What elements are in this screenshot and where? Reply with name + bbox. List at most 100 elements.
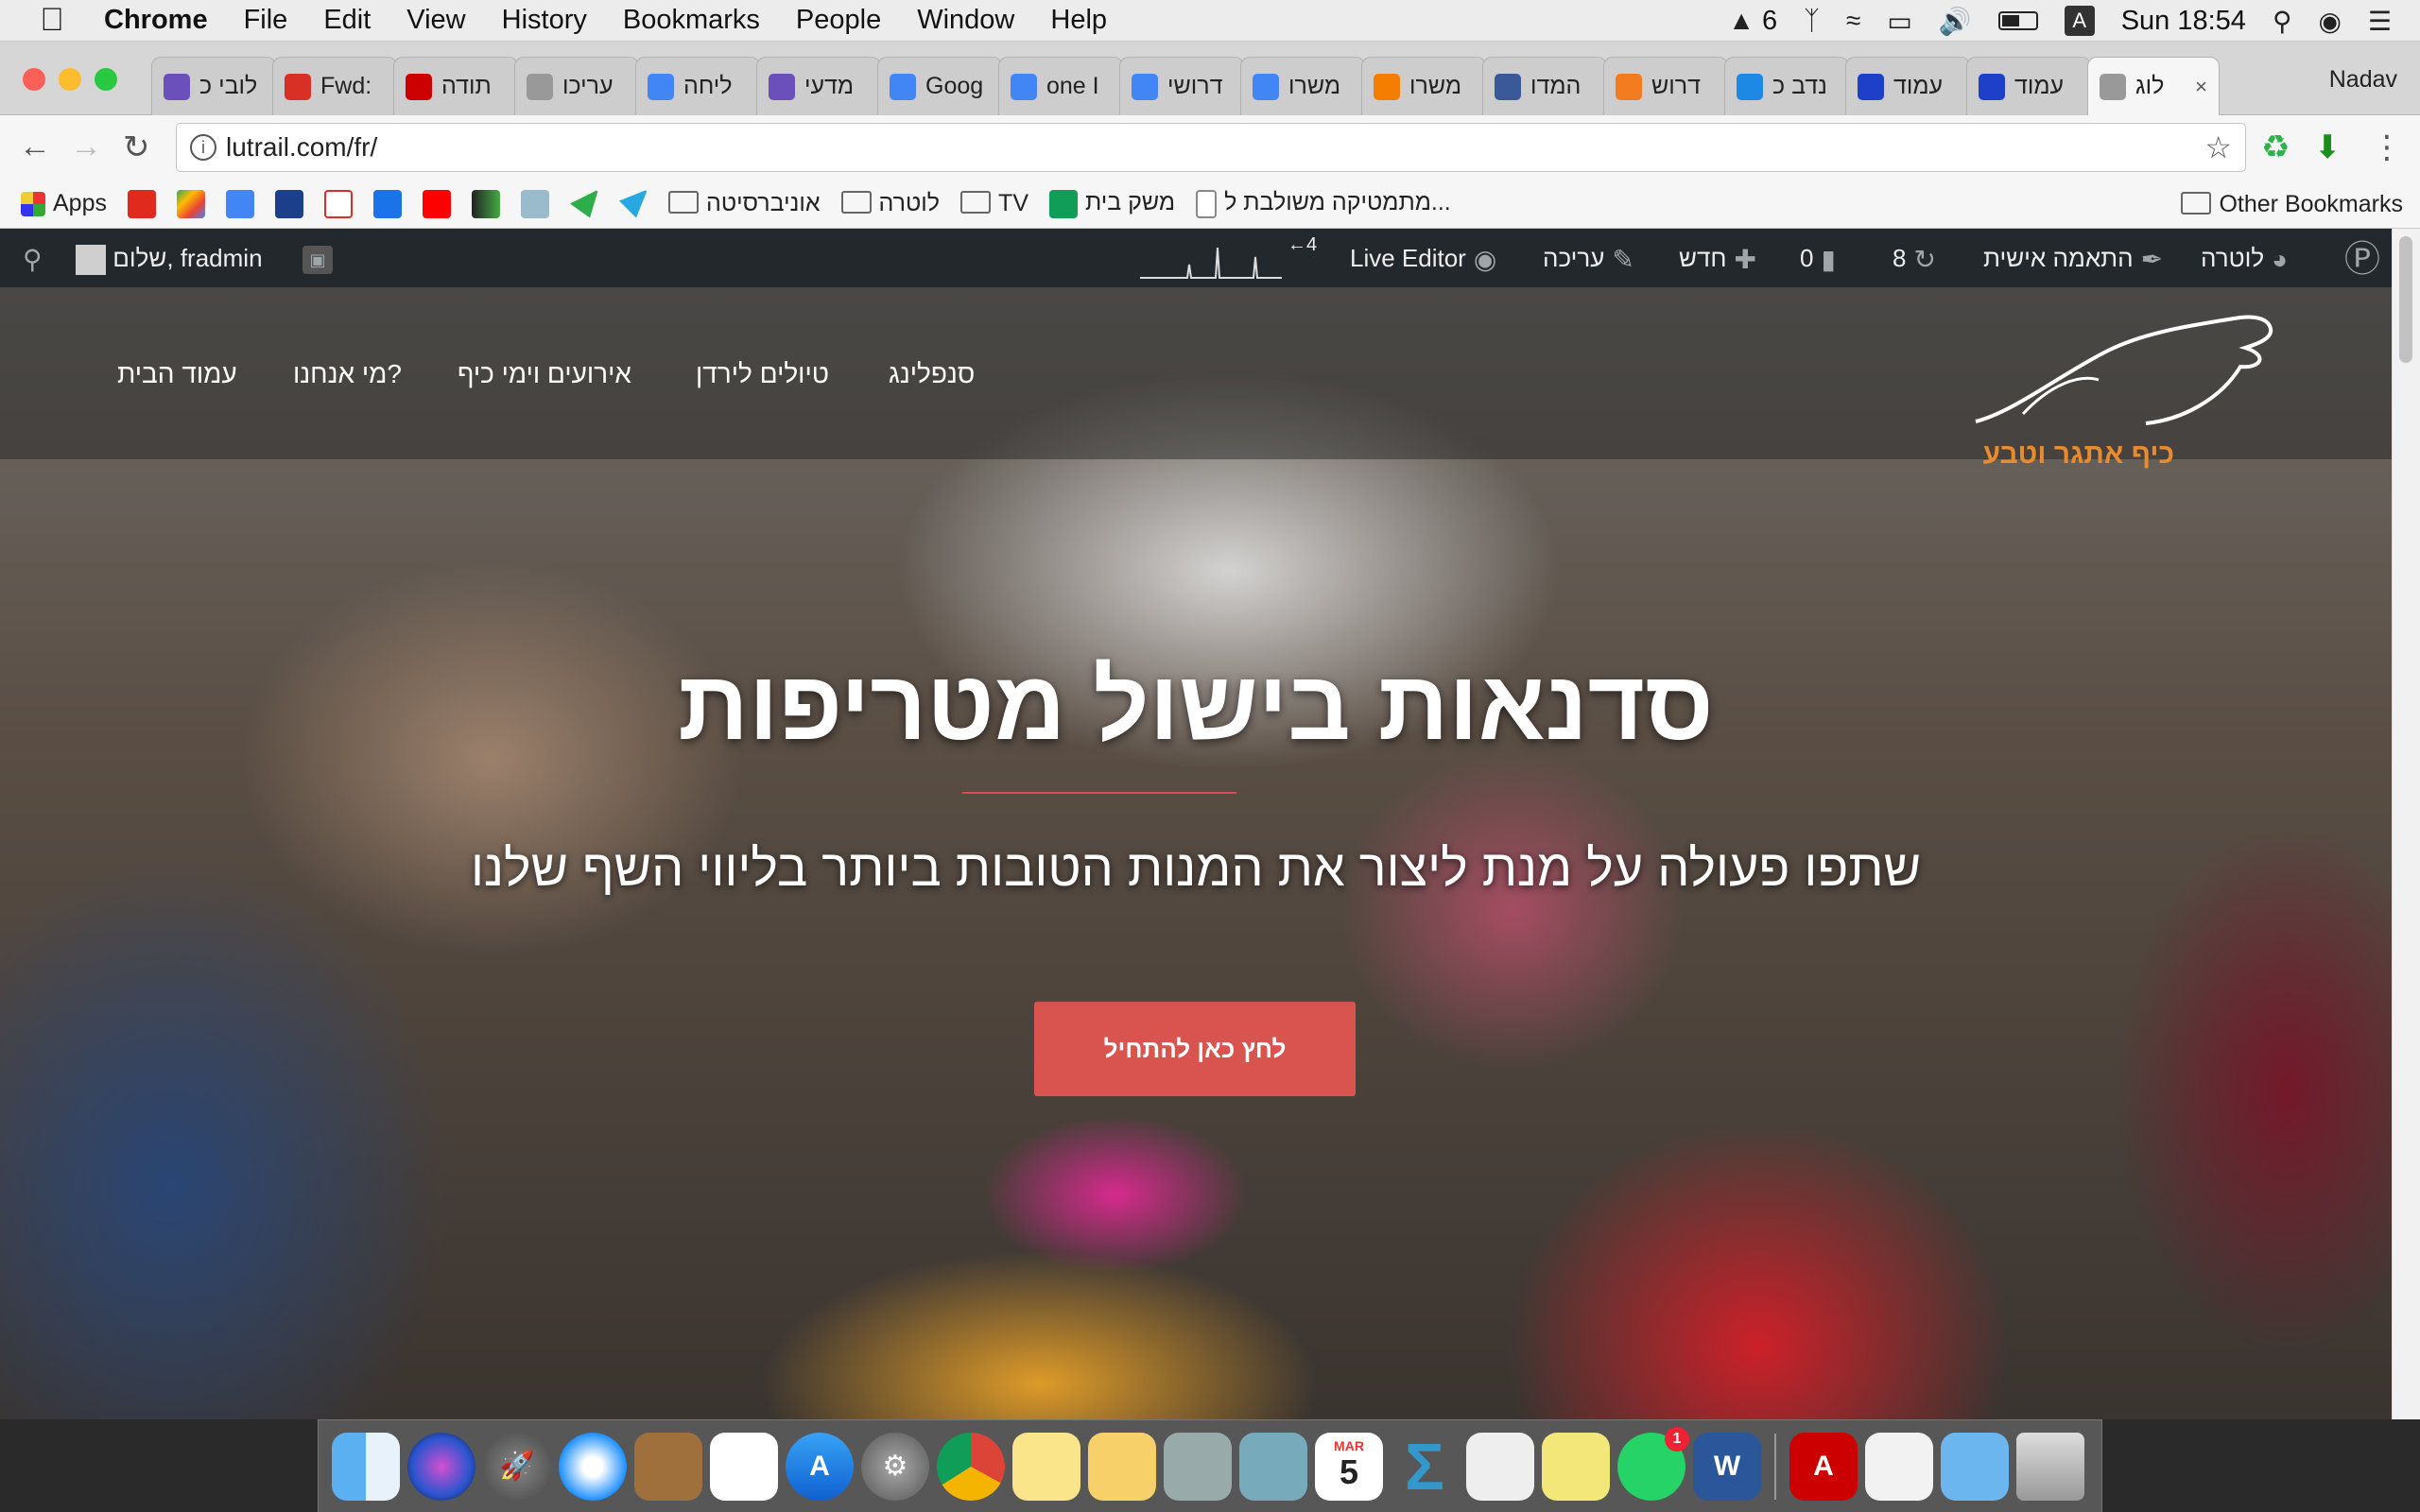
window-close-button[interactable] [23,68,45,91]
battery-icon[interactable] [1997,11,2038,30]
safari-icon[interactable] [559,1432,627,1501]
script-editor-icon[interactable] [1466,1432,1534,1501]
downloads-folder-icon[interactable] [1941,1432,2009,1501]
google-maps-icon[interactable] [176,189,205,218]
menu-bookmarks[interactable]: Bookmarks [623,5,760,36]
forward-button[interactable]: → [70,129,102,165]
address-bar[interactable]: i lutrail.com/fr/ ☆ [176,123,2246,172]
site-info-icon[interactable]: i [190,134,216,161]
textedit-icon[interactable] [1088,1432,1156,1501]
admin-live-editor[interactable]: Live Editor ◉ [1350,229,1504,287]
bookmark-folder-tv[interactable]: TV [960,190,1028,217]
bookmark-apps[interactable]: Apps [21,190,107,217]
menu-help[interactable]: Help [1050,5,1107,36]
stickies-icon[interactable] [1542,1432,1610,1501]
start-button[interactable]: לחץ כאן להתחיל [1034,1002,1356,1096]
site-logo[interactable]: כיף אתגר וטבע [1957,308,2278,470]
browser-tab[interactable]: לובי כ [151,57,276,115]
browser-tab[interactable]: דרוש [1603,57,1728,115]
menu-view[interactable]: View [406,5,465,36]
download-extension-icon[interactable]: ⬇ [2314,129,2342,166]
admin-new[interactable]: חדש ✚ [1679,229,1764,287]
notification-center-icon[interactable]: ☰ [2368,6,2392,37]
apple-icon[interactable]:  [0,2,104,39]
nav-jordan-trips[interactable]: טיולים לירדן [696,359,829,389]
notes-icon[interactable] [1012,1432,1080,1501]
admin-notifications[interactable]: ▣ [295,229,340,287]
finder-icon[interactable] [332,1432,400,1501]
admin-customize[interactable]: התאמה אישית ✒ [1983,229,2170,287]
shopping-icon[interactable] [471,189,500,218]
browser-tab[interactable]: one I [998,57,1123,115]
menu-edit[interactable]: Edit [323,5,371,36]
sigma-app-icon[interactable]: Σ [1391,1433,1459,1501]
close-tab-icon[interactable]: × [2195,75,2207,99]
airplay-icon[interactable]: ▭ [1887,6,1911,37]
adobe-creative-cloud-status[interactable]: ▲ 6 [1728,6,1777,37]
admin-wp-logo[interactable]: Ⓟ [2337,229,2388,287]
document-stack-icon[interactable] [1865,1432,1933,1501]
bookmark-household-sheet[interactable]: משק בית [1049,189,1175,218]
menu-people[interactable]: People [796,5,881,36]
browser-tab[interactable]: משרו [1240,57,1365,115]
tools-icon[interactable] [520,189,549,218]
window-zoom-button[interactable] [95,68,117,91]
bluetooth-icon[interactable]: ᛉ [1804,6,1820,36]
admin-comments[interactable]: 0 ▮ [1800,229,1843,287]
nav-about[interactable]: מי אנחנו? [293,359,402,389]
menu-history[interactable]: History [502,5,587,36]
bookmark-folder-university[interactable]: אוניברסיטה [667,190,821,217]
back-button[interactable]: ← [19,129,51,165]
browser-tab[interactable]: Fwd: [272,57,397,115]
youtube-icon[interactable] [422,189,451,218]
admin-search[interactable]: ⚲ [15,229,50,287]
spotlight-search-icon[interactable]: ⚲ [2273,6,2292,37]
word-icon[interactable]: W [1693,1432,1761,1501]
admin-updates[interactable]: 8 ↻ [1893,229,1944,287]
profile-button[interactable]: Nadav [2329,66,2397,94]
window-minimize-button[interactable] [59,68,81,91]
wifi-icon[interactable]: ≈ [1846,6,1860,36]
gmail-icon[interactable] [323,189,353,218]
google-calendar-icon[interactable] [372,189,402,218]
google-translate-icon[interactable] [225,189,254,218]
browser-tab[interactable]: המדו [1482,57,1607,115]
other-bookmarks[interactable]: Other Bookmarks [2181,191,2403,218]
browser-tab[interactable]: מדעי [756,57,881,115]
browser-tab[interactable]: תודה [393,57,518,115]
browser-tab[interactable]: נדב כ [1724,57,1849,115]
browser-tab[interactable]: ליחה [635,57,760,115]
volume-icon[interactable]: 🔊 [1939,6,1972,37]
paper-plane-icon[interactable] [569,189,598,218]
app-menu[interactable]: Chrome [104,5,208,36]
launchpad-icon[interactable]: 🚀 [483,1432,551,1501]
page-scrollbar[interactable] [2392,229,2420,1419]
system-preferences-icon[interactable]: ⚙ [861,1432,929,1501]
preview-icon[interactable] [1164,1432,1232,1501]
contacts-icon[interactable] [634,1432,702,1501]
acrobat-icon[interactable]: A [1789,1432,1858,1501]
admin-account[interactable]: שלום, fradmin [68,229,263,287]
extension-recycle-icon[interactable]: ♻ [2261,129,2290,166]
admin-edit[interactable]: עריכה ✎ [1543,229,1642,287]
siri-icon[interactable]: ◉ [2318,6,2341,37]
browser-tab[interactable]: דרושי [1119,57,1244,115]
browser-tab[interactable]: לוג × [2087,57,2220,115]
browser-tab[interactable]: משרו [1361,57,1486,115]
calendar-icon[interactable]: MAR 5 [1315,1432,1383,1501]
bookmark-folder-lutra[interactable]: לוטרה [840,190,940,217]
siri-icon[interactable] [407,1432,475,1501]
reload-button[interactable]: ↻ [123,129,150,166]
israel-railways-icon[interactable] [274,189,303,218]
bookmark-math-doc[interactable]: מתמטיקה משולבת ל... [1196,189,1451,218]
menu-file[interactable]: File [244,5,288,36]
chrome-icon[interactable] [937,1432,1005,1501]
whatsapp-icon[interactable]: 1 [1617,1426,1689,1501]
browser-tab[interactable]: עמוד [1966,57,2091,115]
nav-home[interactable]: עמוד הבית [117,359,237,389]
scrollbar-thumb[interactable] [2399,236,2412,363]
pocket-icon[interactable] [127,189,156,218]
reminders-icon[interactable] [710,1432,778,1501]
trash-icon[interactable] [2016,1432,2084,1501]
nav-rappelling[interactable]: סנפלינג [889,359,975,389]
